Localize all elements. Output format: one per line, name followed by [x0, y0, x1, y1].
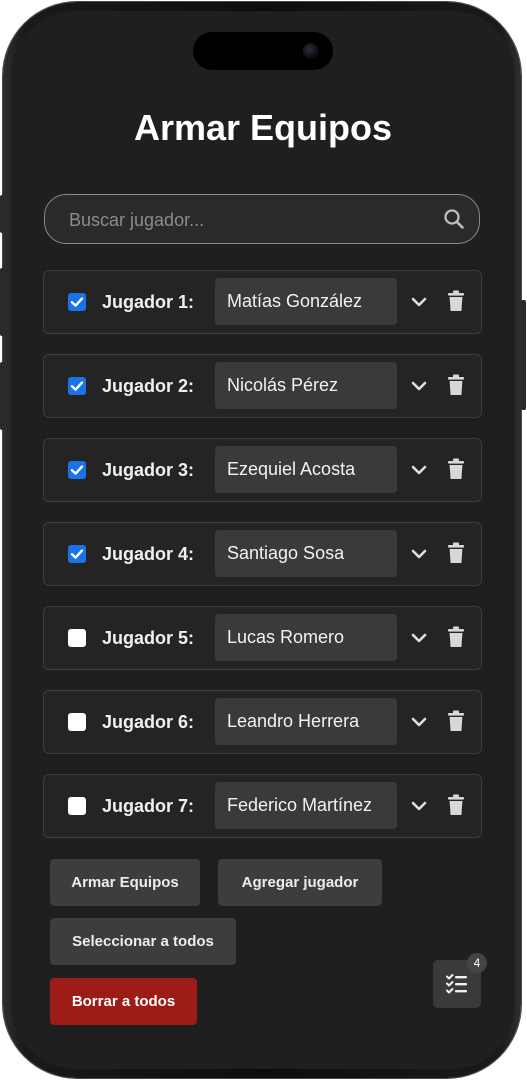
- seleccionar-todos-button[interactable]: Seleccionar a todos: [50, 918, 236, 965]
- trash-icon[interactable]: [447, 374, 465, 396]
- player-checkbox[interactable]: [68, 461, 86, 479]
- search-icon[interactable]: [443, 208, 465, 230]
- player-name-field[interactable]: Nicolás Pérez: [215, 362, 397, 409]
- chevron-down-icon[interactable]: [411, 796, 427, 816]
- player-checkbox[interactable]: [68, 545, 86, 563]
- player-name-field[interactable]: Matías González: [215, 278, 397, 325]
- player-row: Jugador 5: Lucas Romero: [43, 606, 482, 670]
- player-name-field[interactable]: Leandro Herrera: [215, 698, 397, 745]
- player-row: Jugador 1: Matías González: [43, 270, 482, 334]
- volume-up-button: [0, 268, 5, 336]
- volume-down-button: [0, 362, 5, 430]
- player-label: Jugador 7:: [102, 796, 195, 816]
- player-label: Jugador 1:: [102, 292, 195, 312]
- chevron-down-icon[interactable]: [411, 460, 427, 480]
- action-button: [0, 195, 5, 233]
- chevron-down-icon[interactable]: [411, 544, 427, 564]
- checklist-icon: [446, 974, 467, 994]
- player-row: Jugador 3: Ezequiel Acosta: [43, 438, 482, 502]
- player-label: Jugador 6:: [102, 712, 195, 732]
- chevron-down-icon[interactable]: [411, 376, 427, 396]
- player-name-field[interactable]: Santiago Sosa: [215, 530, 397, 577]
- trash-icon[interactable]: [447, 710, 465, 732]
- borrar-todos-button[interactable]: Borrar a todos: [50, 978, 197, 1025]
- trash-icon[interactable]: [447, 542, 465, 564]
- player-label: Jugador 2:: [102, 376, 195, 396]
- player-name-field[interactable]: Lucas Romero: [215, 614, 397, 661]
- player-row: Jugador 6: Leandro Herrera: [43, 690, 482, 754]
- page-title: Armar Equipos: [133, 107, 393, 148]
- app-screen: Armar Equipos Jugador 1:Matías GonzálezJ…: [11, 11, 515, 1069]
- search-bar: [44, 194, 480, 245]
- selected-count-badge: 4: [467, 953, 487, 973]
- trash-icon[interactable]: [447, 626, 465, 648]
- chevron-down-icon[interactable]: [411, 292, 427, 312]
- trash-icon[interactable]: [447, 458, 465, 480]
- player-label: Jugador 4:: [102, 544, 195, 564]
- player-name-field[interactable]: Federico Martínez: [215, 782, 397, 829]
- player-label: Jugador 3:: [102, 460, 195, 480]
- chevron-down-icon[interactable]: [411, 712, 427, 732]
- power-button: [521, 300, 526, 410]
- agregar-jugador-button[interactable]: Agregar jugador: [218, 859, 382, 906]
- player-checkbox[interactable]: [68, 293, 86, 311]
- player-row: Jugador 4: Santiago Sosa: [43, 522, 482, 586]
- player-row: Jugador 2: Nicolás Pérez: [43, 354, 482, 418]
- chevron-down-icon[interactable]: [411, 628, 427, 648]
- camera-icon: [303, 43, 319, 59]
- trash-icon[interactable]: [447, 290, 465, 312]
- player-name-field[interactable]: Ezequiel Acosta: [215, 446, 397, 493]
- search-input[interactable]: [67, 195, 431, 245]
- dynamic-island: [193, 32, 333, 70]
- trash-icon[interactable]: [447, 794, 465, 816]
- player-row: Jugador 7: Federico Martínez: [43, 774, 482, 838]
- player-checkbox[interactable]: [68, 797, 86, 815]
- player-checkbox[interactable]: [68, 629, 86, 647]
- player-checkbox[interactable]: [68, 377, 86, 395]
- player-label: Jugador 5:: [102, 628, 195, 648]
- player-checkbox[interactable]: [68, 713, 86, 731]
- armar-equipos-button[interactable]: Armar Equipos: [50, 859, 200, 906]
